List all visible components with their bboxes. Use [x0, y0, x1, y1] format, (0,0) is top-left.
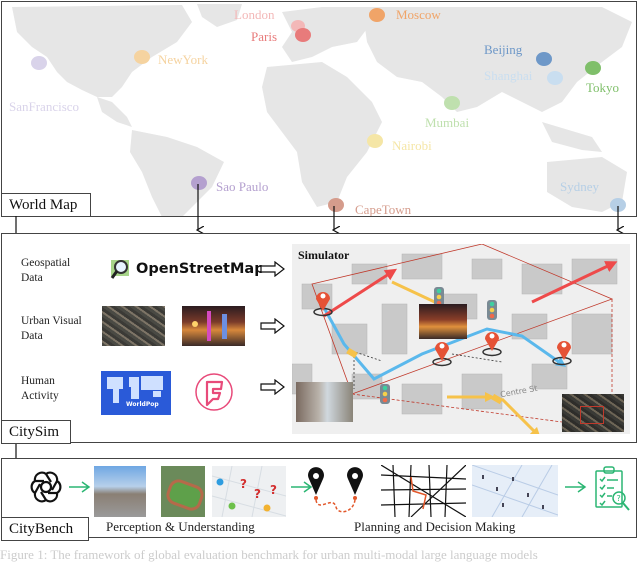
evaluation-clipboard-icon: ?	[595, 466, 630, 511]
hollow-arrow-urban-visual	[260, 318, 285, 334]
openai-logo-icon	[30, 471, 62, 503]
perception-understanding-label: Perception & Understanding	[106, 519, 255, 534]
stadium-satellite-photo	[161, 466, 205, 517]
street-view-photo	[94, 466, 146, 517]
citysim-panel: Geospatial Data Urban Visual Data Human …	[1, 233, 637, 443]
worldpop-logo: WorldPop	[101, 371, 171, 415]
simulator-street-night-photo	[419, 304, 467, 339]
worldpop-text: WorldPop	[126, 401, 159, 408]
pin-icon	[432, 342, 452, 367]
foursquare-icon	[195, 373, 233, 411]
traffic-light-icon	[380, 384, 390, 404]
pin-icon	[482, 332, 502, 357]
openstreetmap-logo: OpenStreetMap	[110, 258, 265, 280]
svg-text:?: ?	[240, 477, 247, 491]
simulator-title: Simulator	[298, 248, 350, 262]
green-arrow-3	[565, 481, 587, 493]
foursquare-logo	[194, 372, 234, 412]
svg-text:?: ?	[270, 483, 277, 497]
yellow-arrow-1	[391, 280, 444, 307]
simulator-satellite-photo	[562, 394, 624, 432]
street-night-image	[182, 306, 245, 346]
hollow-arrow-human-activity	[260, 379, 285, 395]
satellite-image	[102, 306, 165, 346]
hollow-arrow-geospatial	[260, 261, 285, 277]
svg-text:?: ?	[617, 494, 621, 503]
road-network-photo	[381, 465, 466, 517]
row-label-human-activity: Human Activity	[21, 375, 59, 402]
green-arrow-1	[69, 481, 91, 493]
figure-caption: Figure 1: The framework of global evalua…	[0, 547, 538, 562]
openstreetmap-text: OpenStreetMap	[136, 261, 265, 277]
row-label-urban-visual: Urban Visual Data	[21, 315, 82, 342]
svg-text:?: ?	[254, 487, 261, 501]
planning-decision-label: Planning and Decision Making	[354, 519, 516, 534]
simulator-map: Simulator Centre St	[292, 244, 630, 434]
route-pins-icon	[308, 467, 363, 513]
citybench-tag: CityBench	[1, 517, 89, 541]
magnifier-map-icon	[110, 260, 129, 279]
citybench-panel: ? ? ? ? Perception & Understanding Plann…	[1, 458, 637, 538]
citysim-tag: CitySim	[1, 420, 71, 444]
yellow-arrow-3	[500, 397, 541, 434]
simulator-street-view-photo	[296, 382, 353, 422]
map-qa-photo: ? ? ?	[212, 466, 286, 517]
traffic-map-photo	[472, 465, 558, 517]
row-label-geospatial: Geospatial Data	[21, 257, 71, 284]
traffic-light-icon	[487, 300, 497, 320]
world-dots-icon	[107, 376, 163, 403]
